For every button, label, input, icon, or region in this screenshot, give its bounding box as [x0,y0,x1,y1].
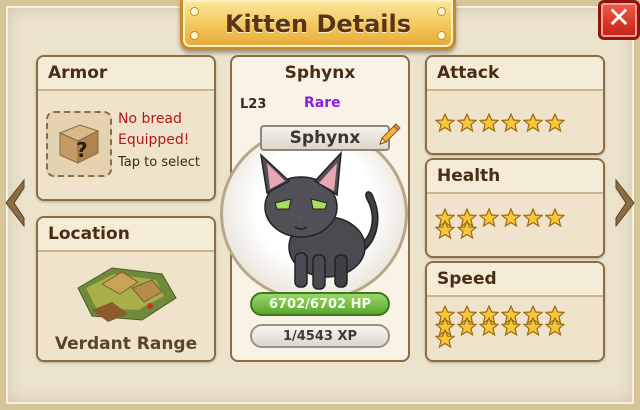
star-stack [545,305,565,345]
rivet-decoration [438,32,445,39]
speed-stars-area [427,297,603,360]
star-icon [479,113,499,133]
star-icon [545,113,565,133]
star-stack [501,113,521,153]
kitten-name: Sphynx [284,63,356,83]
star-icon [457,113,477,133]
star-stack [479,208,499,248]
star-icon [435,329,455,349]
star-stack [435,113,455,153]
attack-header: Attack [427,57,603,91]
health-header: Health [427,160,603,194]
rivet-decoration [191,8,198,15]
armor-panel: Armor ? No bread Equipped! Tap to select [36,55,216,201]
location-body[interactable]: Verdant Range [38,252,214,360]
next-kitten-button[interactable] [614,178,636,228]
star-stack [545,113,565,153]
cat-icon [259,150,379,290]
star-icon [435,220,455,240]
location-name: Verdant Range [54,334,198,354]
close-button[interactable]: ✕ [598,0,640,40]
star-icon [523,317,543,337]
star-icon [545,317,565,337]
kitten-rarity: Rare [304,95,341,111]
chevron-right-icon [615,178,635,228]
armor-status: No bread Equipped! [118,109,189,151]
health-stars [435,208,565,248]
close-icon: ✕ [607,1,631,34]
star-stack [523,113,543,153]
star-icon [523,208,543,228]
star-stack [457,208,477,248]
star-stack [501,305,521,345]
attack-panel: Attack [425,55,605,155]
star-stack [523,208,543,248]
star-icon [545,208,565,228]
star-icon [501,113,521,133]
star-icon [523,113,543,133]
star-stack [545,208,565,248]
star-icon [501,317,521,337]
kitten-portrait [220,126,408,302]
star-stack [523,305,543,345]
kitten-level: L23 [240,97,267,112]
rivet-decoration [438,8,445,15]
star-stack [435,208,455,248]
location-header: Location [38,218,214,252]
xp-bar: 1/4543 XP [250,324,390,348]
chevron-left-icon [5,178,25,228]
star-icon [479,208,499,228]
window-title: Kitten Details [224,9,412,38]
rivet-decoration [191,32,198,39]
health-stars-area [427,194,603,256]
speed-stars [435,305,565,349]
attack-stars-area [427,91,603,153]
kitten-name-plate: Sphynx [260,125,390,151]
star-icon [479,317,499,337]
star-icon [435,113,455,133]
xp-text: 1/4543 XP [282,328,358,344]
health-panel: Health [425,158,605,258]
star-stack [435,305,455,349]
pencil-icon [379,123,401,145]
star-stack [479,113,499,153]
rename-button[interactable] [376,122,402,148]
armor-status-line2: Equipped! [118,132,190,148]
previous-kitten-button[interactable] [4,178,26,228]
attack-stars [435,113,565,153]
map-terrain-icon [77,267,177,322]
star-icon [501,208,521,228]
star-icon [457,317,477,337]
speed-header: Speed [427,263,603,297]
bread-box-icon: ? [58,124,100,164]
armor-body: ? No bread Equipped! Tap to select [38,91,214,199]
armor-status-line1: No bread [118,111,182,127]
hp-bar: 6702/6702 HP [250,292,390,316]
location-panel: Location Verdant Range [36,216,216,362]
armor-slot-question: ? [76,138,88,162]
star-icon [457,220,477,240]
hp-text: 6702/6702 HP [268,296,372,312]
star-stack [457,113,477,153]
star-stack [501,208,521,248]
star-stack [479,305,499,345]
star-stack [457,305,477,345]
armor-hint: Tap to select [118,155,200,170]
armor-slot-button[interactable]: ? [46,111,112,177]
speed-panel: Speed [425,261,605,362]
title-banner: Kitten Details [180,0,456,50]
armor-header: Armor [38,57,214,91]
